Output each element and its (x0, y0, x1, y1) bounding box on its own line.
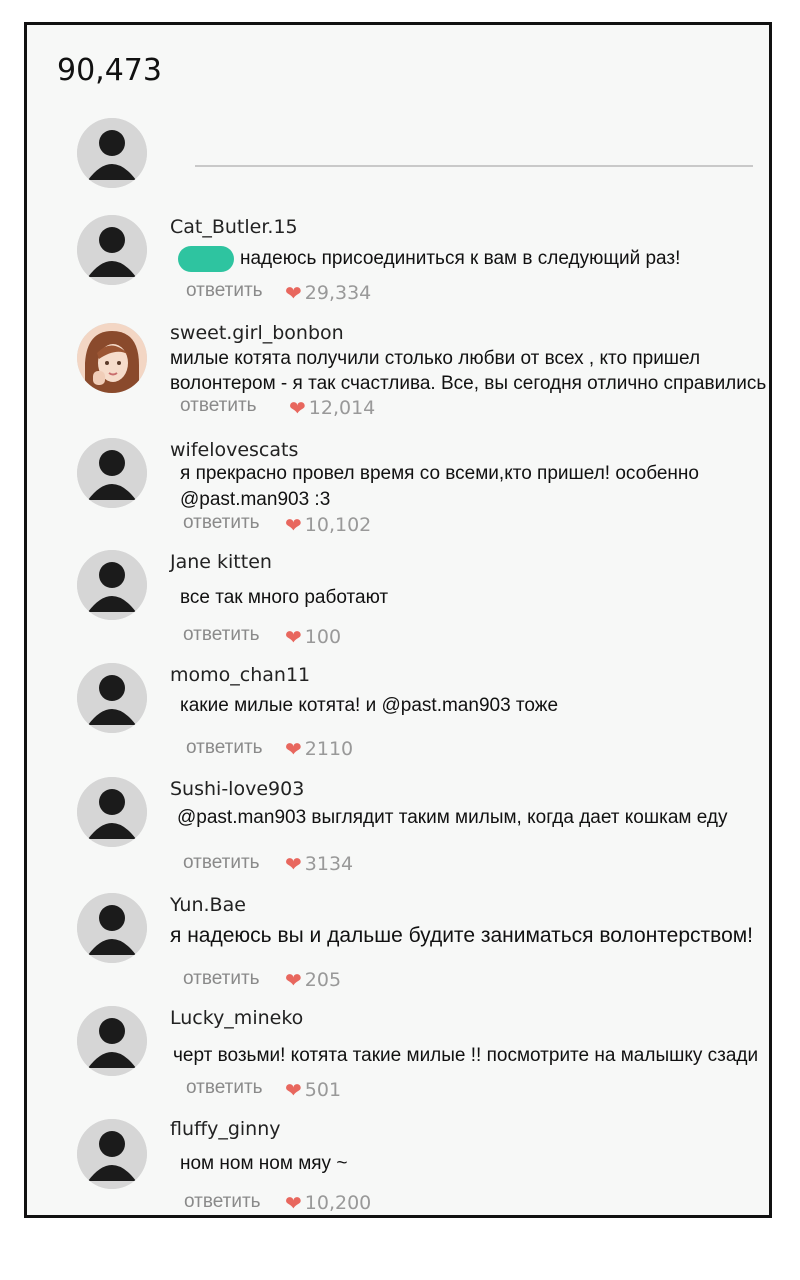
heart-icon[interactable]: ❤ (285, 281, 302, 305)
likes-value: 501 (304, 1079, 342, 1101)
comment-text: черт возьми! котята такие милые !! посмо… (173, 1045, 759, 1066)
heart-icon[interactable]: ❤ (289, 396, 306, 420)
like-count: ❤ 100 (285, 625, 341, 649)
comment-username[interactable]: wifelovescats (170, 439, 298, 461)
heart-icon[interactable]: ❤ (285, 852, 302, 876)
comment-text: @past.man903 выглядит таким милым, когда… (177, 807, 728, 828)
avatar[interactable] (77, 893, 147, 963)
comment-text: какие милые котята! и @past.man903 тоже (180, 695, 559, 716)
likes-value: 29,334 (304, 282, 372, 304)
avatar[interactable] (77, 663, 147, 733)
reply-button[interactable]: ответить (183, 624, 260, 646)
likes-value: 12,014 (308, 397, 376, 419)
avatar[interactable] (77, 777, 147, 847)
emoji-sticker (178, 246, 234, 272)
comment-username[interactable]: Lucky_mineko (170, 1007, 303, 1029)
comment-text: ном ном ном мяу ~ (180, 1153, 348, 1174)
comment-username[interactable]: momo_chan11 (170, 664, 310, 686)
comment-count: 90,473 (57, 53, 162, 88)
reply-button[interactable]: ответить (183, 968, 260, 990)
current-user-avatar (77, 118, 147, 188)
heart-icon[interactable]: ❤ (285, 1191, 302, 1215)
heart-icon[interactable]: ❤ (285, 968, 302, 992)
comment-text-line: милые котята получили столько любви от в… (170, 348, 701, 369)
comment-text: надеюсь присоединиться к вам в следующий… (178, 246, 680, 272)
like-count: ❤ 29,334 (285, 281, 371, 305)
reply-button[interactable]: ответить (186, 280, 263, 302)
comment-text-line: @past.man903 :3 (180, 489, 331, 510)
reply-button[interactable]: ответить (180, 395, 257, 417)
user-silhouette-icon (77, 663, 147, 733)
user-silhouette-icon (77, 777, 147, 847)
comment-text: я надеюсь вы и дальше будите заниматься … (170, 924, 754, 947)
comment-username[interactable]: Sushi-love903 (170, 778, 304, 800)
reply-button[interactable]: ответить (186, 737, 263, 759)
user-silhouette-icon (77, 438, 147, 508)
heart-icon[interactable]: ❤ (285, 513, 302, 537)
avatar[interactable] (77, 215, 147, 285)
user-silhouette-icon (77, 893, 147, 963)
user-silhouette-icon (77, 118, 147, 188)
likes-value: 10,200 (304, 1192, 372, 1214)
user-silhouette-icon (77, 1006, 147, 1076)
reply-button[interactable]: ответить (183, 852, 260, 874)
like-count: ❤ 3134 (285, 852, 353, 876)
comments-panel: 90,473 Cat_Butler.15 надеюсь присоединит… (24, 22, 772, 1218)
comment-username[interactable]: Jane kitten (170, 551, 272, 573)
heart-icon[interactable]: ❤ (285, 1078, 302, 1102)
likes-value: 10,102 (304, 514, 372, 536)
like-count: ❤ 12,014 (289, 396, 375, 420)
like-count: ❤ 10,102 (285, 513, 371, 537)
like-count: ❤ 2110 (285, 737, 353, 761)
user-silhouette-icon (77, 1119, 147, 1189)
likes-value: 100 (304, 626, 342, 648)
user-silhouette-icon (77, 550, 147, 620)
avatar[interactable] (77, 1006, 147, 1076)
avatar[interactable] (77, 438, 147, 508)
likes-value: 2110 (304, 738, 354, 760)
like-count: ❤ 10,200 (285, 1191, 371, 1215)
likes-value: 3134 (304, 853, 354, 875)
like-count: ❤ 501 (285, 1078, 341, 1102)
comment-username[interactable]: Yun.Bae (170, 894, 246, 916)
reply-button[interactable]: ответить (184, 1191, 261, 1213)
comment-input[interactable] (195, 165, 753, 167)
reply-button[interactable]: ответить (183, 512, 260, 534)
comment-text-line: волонтером - я так счастлива. Все, вы се… (170, 373, 767, 394)
heart-icon[interactable]: ❤ (285, 737, 302, 761)
comment-text-body: надеюсь присоединиться к вам в следующий… (240, 248, 681, 270)
avatar[interactable] (77, 550, 147, 620)
comment-text-line: я прекрасно провел время со всеми,кто пр… (180, 463, 699, 484)
like-count: ❤ 205 (285, 968, 341, 992)
avatar[interactable] (77, 323, 147, 393)
profile-photo-icon (77, 323, 147, 393)
reply-button[interactable]: ответить (186, 1077, 263, 1099)
likes-value: 205 (304, 969, 342, 991)
user-silhouette-icon (77, 215, 147, 285)
comment-username[interactable]: sweet.girl_bonbon (170, 322, 344, 344)
comment-username[interactable]: fluffy_ginny (170, 1118, 281, 1140)
comment-username[interactable]: Cat_Butler.15 (170, 216, 298, 238)
comment-text: все так много работают (180, 587, 389, 608)
avatar[interactable] (77, 1119, 147, 1189)
heart-icon[interactable]: ❤ (285, 625, 302, 649)
